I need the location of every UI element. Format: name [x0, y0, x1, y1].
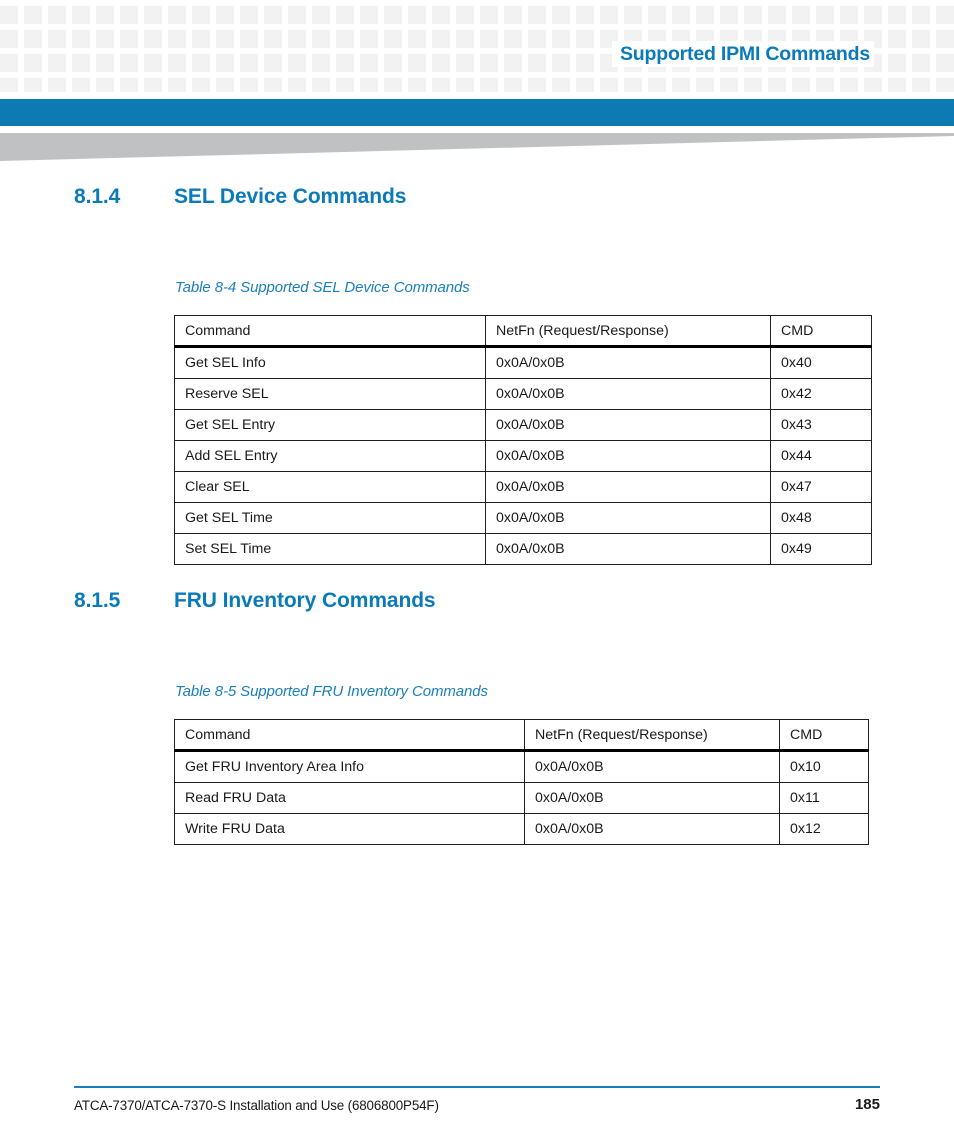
- table-caption-8-5: Table 8-5 Supported FRU Inventory Comman…: [175, 683, 488, 700]
- cell-command: Write FRU Data: [174, 813, 525, 845]
- table-sel-device-commands: Command NetFn (Request/Response) CMD Get…: [174, 315, 872, 565]
- column-header-cmd: CMD: [770, 315, 872, 348]
- table-row: Get SEL Time 0x0A/0x0B 0x48: [174, 502, 872, 534]
- table-row: Add SEL Entry 0x0A/0x0B 0x44: [174, 440, 872, 472]
- section-title: SEL Device Commands: [174, 185, 407, 208]
- table-header-row: Command NetFn (Request/Response) CMD: [174, 719, 869, 752]
- cell-cmd: 0x11: [779, 782, 869, 814]
- column-header-netfn: NetFn (Request/Response): [485, 315, 771, 348]
- cell-netfn: 0x0A/0x0B: [485, 409, 771, 441]
- section-title: FRU Inventory Commands: [174, 589, 436, 612]
- cell-command: Read FRU Data: [174, 782, 525, 814]
- cell-cmd: 0x49: [770, 533, 872, 565]
- cell-cmd: 0x48: [770, 502, 872, 534]
- table-caption-8-4: Table 8-4 Supported SEL Device Commands: [175, 279, 470, 296]
- cell-command: Add SEL Entry: [174, 440, 486, 472]
- cell-command: Get FRU Inventory Area Info: [174, 750, 525, 783]
- table-row: Set SEL Time 0x0A/0x0B 0x49: [174, 533, 872, 565]
- table-row: Reserve SEL 0x0A/0x0B 0x42: [174, 378, 872, 410]
- section-number: 8.1.4: [74, 185, 121, 208]
- column-header-cmd: CMD: [779, 719, 869, 752]
- table-row: Write FRU Data 0x0A/0x0B 0x12: [174, 813, 869, 845]
- cell-cmd: 0x44: [770, 440, 872, 472]
- cell-cmd: 0x47: [770, 471, 872, 503]
- table-row: Get SEL Info 0x0A/0x0B 0x40: [174, 346, 872, 379]
- section-heading-8-1-5: 8.1.5 FRU Inventory Commands: [74, 589, 436, 613]
- cell-command: Clear SEL: [174, 471, 486, 503]
- cell-command: Get SEL Time: [174, 502, 486, 534]
- section-heading-8-1-4: 8.1.4 SEL Device Commands: [74, 185, 406, 209]
- cell-netfn: 0x0A/0x0B: [485, 502, 771, 534]
- cell-netfn: 0x0A/0x0B: [485, 471, 771, 503]
- column-header-netfn: NetFn (Request/Response): [524, 719, 780, 752]
- cell-cmd: 0x40: [770, 346, 872, 379]
- cell-cmd: 0x43: [770, 409, 872, 441]
- cell-cmd: 0x10: [779, 750, 869, 783]
- table-row: Get FRU Inventory Area Info 0x0A/0x0B 0x…: [174, 750, 869, 783]
- table-row: Clear SEL 0x0A/0x0B 0x47: [174, 471, 872, 503]
- column-header-command: Command: [174, 719, 525, 752]
- table-header-row: Command NetFn (Request/Response) CMD: [174, 315, 872, 348]
- column-header-command: Command: [174, 315, 486, 348]
- cell-command: Set SEL Time: [174, 533, 486, 565]
- cell-netfn: 0x0A/0x0B: [524, 782, 780, 814]
- cell-command: Reserve SEL: [174, 378, 486, 410]
- table-row: Get SEL Entry 0x0A/0x0B 0x43: [174, 409, 872, 441]
- cell-command: Get SEL Entry: [174, 409, 486, 441]
- footer-document-title: ATCA-7370/ATCA-7370-S Installation and U…: [74, 1098, 439, 1113]
- section-number: 8.1.5: [74, 589, 121, 612]
- cell-command: Get SEL Info: [174, 346, 486, 379]
- cell-netfn: 0x0A/0x0B: [485, 378, 771, 410]
- table-row: Read FRU Data 0x0A/0x0B 0x11: [174, 782, 869, 814]
- cell-cmd: 0x42: [770, 378, 872, 410]
- cell-netfn: 0x0A/0x0B: [485, 346, 771, 379]
- cell-netfn: 0x0A/0x0B: [485, 533, 771, 565]
- cell-netfn: 0x0A/0x0B: [524, 813, 780, 845]
- cell-cmd: 0x12: [779, 813, 869, 845]
- table-fru-inventory-commands: Command NetFn (Request/Response) CMD Get…: [174, 719, 869, 845]
- page-header-title: Supported IPMI Commands: [612, 41, 874, 67]
- cell-netfn: 0x0A/0x0B: [524, 750, 780, 783]
- document-content: 8.1.4 SEL Device Commands Table 8-4 Supp…: [0, 0, 954, 1145]
- footer-page-number: 185: [854, 1096, 880, 1113]
- footer-rule: [74, 1086, 880, 1088]
- cell-netfn: 0x0A/0x0B: [485, 440, 771, 472]
